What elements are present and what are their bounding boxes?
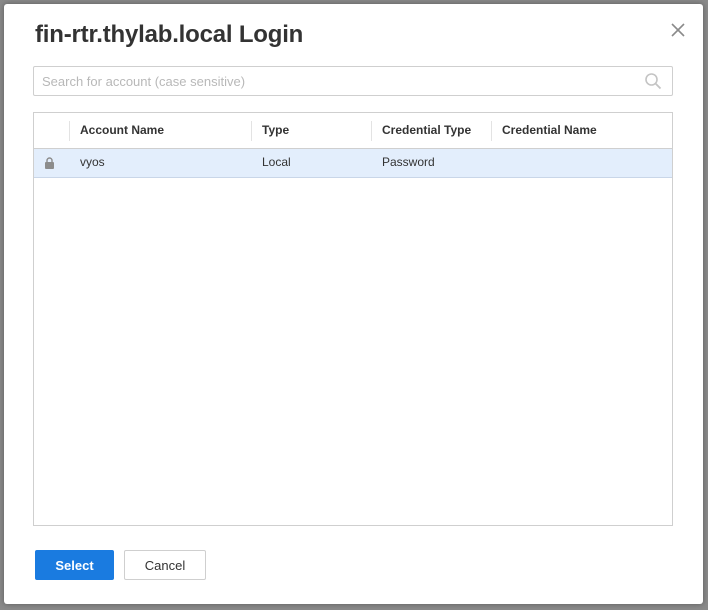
table-header: Account Name Type Credential Type Creden… xyxy=(34,113,672,149)
cancel-button[interactable]: Cancel xyxy=(124,550,206,580)
cell-credential-name xyxy=(492,149,672,177)
select-button[interactable]: Select xyxy=(35,550,114,580)
lock-icon xyxy=(45,157,54,169)
column-header-credential-name[interactable]: Credential Name xyxy=(492,113,672,148)
search-input[interactable] xyxy=(42,67,632,95)
column-header-account-name[interactable]: Account Name xyxy=(70,113,251,148)
cell-account-name: vyos xyxy=(80,155,105,169)
search-box xyxy=(33,66,673,96)
dialog-title: fin-rtr.thylab.local Login xyxy=(35,21,304,48)
close-button[interactable] xyxy=(668,20,688,40)
cell-type: Local xyxy=(262,155,291,169)
accounts-table: Account Name Type Credential Type Creden… xyxy=(33,112,673,526)
close-icon xyxy=(671,23,685,37)
column-header-credential-type[interactable]: Credential Type xyxy=(372,113,492,148)
login-dialog: fin-rtr.thylab.local Login Account Name … xyxy=(4,4,703,604)
table-row[interactable]: vyos Local Password xyxy=(34,149,672,178)
cell-credential-type: Password xyxy=(382,155,435,169)
search-icon[interactable] xyxy=(644,72,662,90)
column-header-type[interactable]: Type xyxy=(252,113,372,148)
